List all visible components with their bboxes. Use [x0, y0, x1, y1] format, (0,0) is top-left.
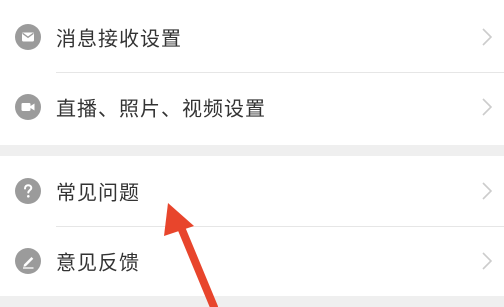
- feedback-label: 意见反馈: [56, 250, 140, 275]
- help-group: 常见问题 意见反馈: [0, 156, 504, 296]
- chevron-right-icon: [482, 252, 493, 270]
- message-settings-row[interactable]: 消息接收设置: [0, 2, 504, 72]
- chevron-right-icon: [482, 28, 493, 46]
- chevron-right-icon: [482, 98, 493, 116]
- faq-row[interactable]: 常见问题: [0, 156, 504, 226]
- question-icon: [15, 178, 41, 204]
- settings-group: 消息接收设置 直播、照片、视频设置: [0, 0, 504, 145]
- edit-icon: [15, 248, 41, 274]
- media-settings-row[interactable]: 直播、照片、视频设置: [0, 72, 504, 142]
- video-camera-icon: [15, 94, 41, 120]
- faq-label: 常见问题: [56, 180, 140, 205]
- message-settings-label: 消息接收设置: [56, 26, 182, 51]
- chevron-right-icon: [482, 182, 493, 200]
- settings-page: 消息接收设置 直播、照片、视频设置 常见问题 意见反馈: [0, 0, 504, 307]
- media-settings-label: 直播、照片、视频设置: [56, 96, 266, 121]
- message-icon: [15, 24, 41, 50]
- feedback-row[interactable]: 意见反馈: [0, 226, 504, 296]
